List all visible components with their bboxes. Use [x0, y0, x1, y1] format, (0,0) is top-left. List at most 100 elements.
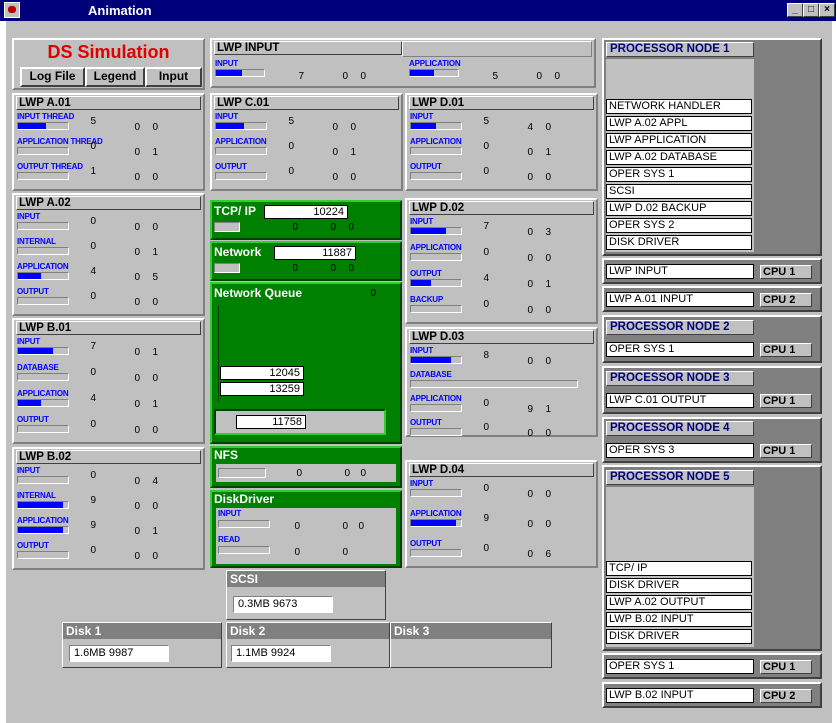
- queue-bar: [17, 122, 69, 130]
- queue-line: [218, 306, 219, 402]
- processor-node-2-panel: PROCESSOR NODE 2 OPER SYS 1 CPU 1: [602, 315, 822, 363]
- lwp-a01-panel: LWP A.01 INPUT THREAD 5 0 0 APPLICATION THREA…: [12, 93, 205, 191]
- value: 5: [288, 116, 294, 127]
- processor-node-5-panel: PROCESSOR NODE 5 TCP/ IP DISK DRIVER LWP A…: [602, 465, 822, 651]
- lwp-input-title-right: [402, 41, 592, 57]
- value: 0: [545, 428, 551, 439]
- queue-bar-fill: [411, 357, 451, 363]
- queue-item: 13259: [220, 382, 304, 396]
- value: 9: [483, 513, 489, 524]
- queue-bar: [17, 373, 69, 381]
- app-icon[interactable]: [4, 2, 20, 18]
- lwp-c01-panel: LWP C.01 INPUT 5 0 0 APPLICATION 0 0 1 OUTPUT 0 0 0: [210, 93, 403, 191]
- value: 1: [152, 399, 158, 410]
- window-title: Animation: [88, 3, 152, 18]
- row-label: APPLICATION: [410, 137, 462, 146]
- processor-task: LWP B.02 INPUT: [606, 612, 752, 627]
- row-label: INTERNAL: [17, 237, 56, 246]
- row-label: INPUT: [410, 217, 434, 226]
- cpu-label: CPU 1: [760, 660, 812, 674]
- queue-bar: [17, 347, 69, 355]
- disk-2-title: Disk 2: [227, 623, 389, 639]
- nfs-title: NFS: [214, 448, 238, 462]
- row-label: INPUT: [17, 212, 41, 221]
- lwp-d02-title: LWP D.02: [409, 201, 594, 215]
- log-file-button[interactable]: Log File: [20, 67, 85, 87]
- disk-2-value: 1.1MB 9924: [231, 645, 331, 662]
- queue-extra-box: 11758: [214, 409, 386, 435]
- row-label: INTERNAL: [17, 491, 56, 500]
- cpu-task: LWP INPUT: [606, 264, 754, 279]
- lwp-b02-title: LWP B.02: [16, 450, 201, 464]
- cpu-task: LWP A.01 INPUT: [606, 292, 754, 307]
- value: 5: [90, 116, 96, 127]
- disk-1-panel: Disk 1 1.6MB 9987: [62, 622, 222, 668]
- processor-task: LWP A.02 DATABASE: [606, 150, 752, 165]
- queue-bar: [215, 122, 267, 130]
- queue-bar: [17, 501, 69, 509]
- legend-button[interactable]: Legend: [85, 67, 145, 87]
- queue-bar-fill: [18, 273, 41, 279]
- app-title: DS Simulation: [47, 42, 170, 62]
- disk-3-panel: Disk 3: [390, 622, 552, 668]
- row-label: INPUT THREAD: [17, 112, 75, 121]
- cpu-task: OPER SYS 3: [606, 443, 754, 458]
- cpu-task: LWP C.01 OUTPUT: [606, 393, 754, 408]
- cpu-label: CPU 1: [760, 343, 812, 357]
- value: 4: [90, 266, 96, 277]
- queue-bar: [410, 380, 578, 388]
- diskdriver-read-bar: [218, 546, 270, 554]
- lwp-b02-panel: LWP B.02 INPUT 0 0 4 INTERNAL 9 0 0 APPLICATION 9 0…: [12, 447, 205, 570]
- row-label: OUTPUT: [215, 162, 247, 171]
- title-bar[interactable]: Animation _ □ ×: [0, 0, 836, 21]
- value: 0: [90, 367, 96, 378]
- row-label: APPLICATION: [17, 516, 69, 525]
- value: 0: [292, 263, 298, 274]
- network-queue-title: Network Queue: [214, 286, 303, 300]
- network-title: Network: [214, 245, 262, 259]
- value: 7: [90, 341, 96, 352]
- scsi-value: 0.3MB 9673: [233, 596, 333, 613]
- value: 0: [545, 122, 551, 133]
- value: 0: [483, 141, 489, 152]
- tcpip-title: TCP/ IP: [214, 204, 257, 218]
- diskdriver-read-label: READ: [218, 535, 240, 544]
- queue-bar: [17, 476, 69, 484]
- value: 0: [288, 141, 294, 152]
- queue-bar-fill: [18, 123, 46, 129]
- row-label: APPLICATION: [410, 509, 462, 518]
- input-button[interactable]: Input: [145, 67, 202, 87]
- row-label: OUTPUT: [410, 269, 442, 278]
- value: 6: [545, 549, 551, 560]
- network-queue-count: 0: [370, 288, 376, 299]
- row-label: INPUT: [410, 112, 434, 121]
- queue-bar: [410, 227, 462, 235]
- value: 0: [152, 122, 158, 133]
- value: 5: [492, 71, 498, 82]
- lwp-d04-panel: LWP D.04 INPUT 0 0 0 APPLICATION 9 0 0 OUTPUT 0 0 6: [405, 460, 598, 568]
- minimize-button[interactable]: _: [787, 3, 803, 17]
- queue-bar: [410, 253, 462, 261]
- lwp-a01-title: LWP A.01: [16, 96, 201, 110]
- queue-bar: [17, 526, 69, 534]
- value: 0: [152, 501, 158, 512]
- lwp-d02-panel: LWP D.02 INPUT 7 0 3 APPLICATION 0 0 0 OUTPUT 4 0 1 B…: [405, 198, 598, 324]
- value: 0: [483, 166, 489, 177]
- cpu-label: CPU 2: [760, 689, 812, 703]
- tcpip-value: 10224: [264, 205, 348, 219]
- queue-bar: [410, 549, 462, 557]
- maximize-button[interactable]: □: [803, 3, 819, 17]
- value: 0: [483, 422, 489, 433]
- queue-bar: [410, 428, 462, 436]
- lwp-b01-panel: LWP B.01 INPUT 7 0 1 DATABASE 0 0 0 APPLICATION 4 0…: [12, 318, 205, 444]
- close-button[interactable]: ×: [819, 3, 835, 17]
- value: 0: [90, 241, 96, 252]
- queue-bar: [410, 172, 462, 180]
- row-label: OUTPUT: [17, 541, 49, 550]
- network-queue-panel: Network Queue 0 12045 13259 11758: [210, 282, 402, 444]
- value: 0: [545, 305, 551, 316]
- lwp-a02-title: LWP A.02: [16, 196, 201, 210]
- diskdriver-panel: DiskDriver INPUT 0 0 0 READ 0 0: [210, 490, 402, 568]
- lwp-input-app-bar: [409, 69, 459, 77]
- value: 8: [483, 350, 489, 361]
